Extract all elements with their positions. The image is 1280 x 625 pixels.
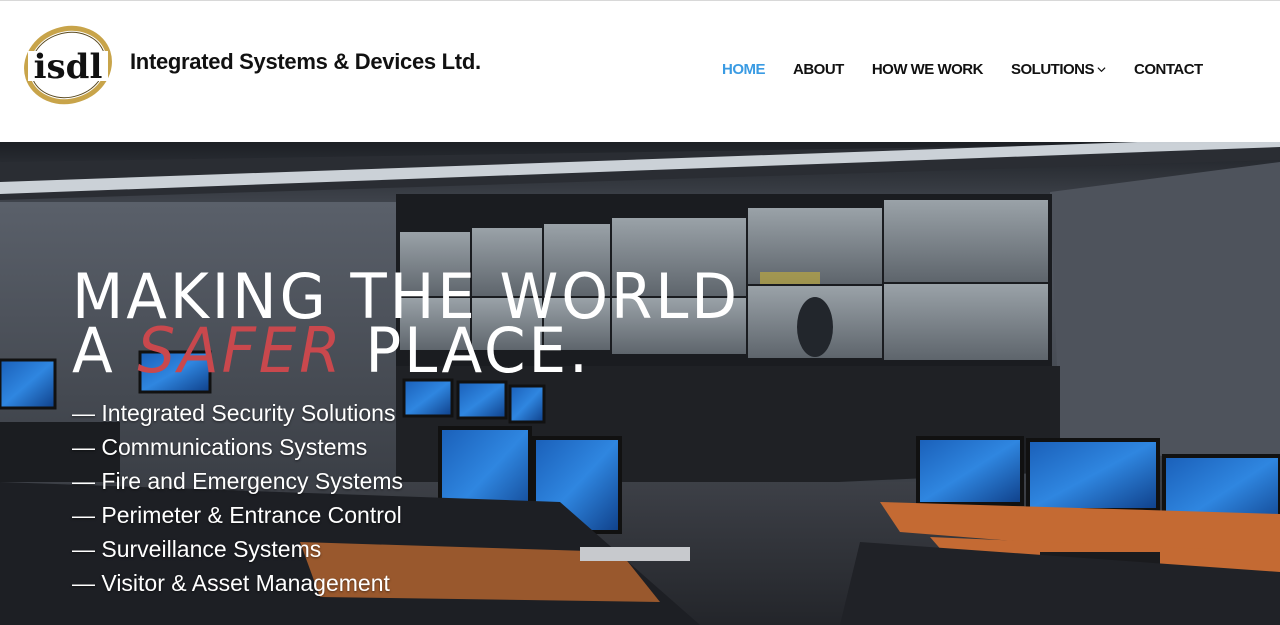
company-name: Integrated Systems & Devices Ltd. <box>130 49 481 74</box>
service-item: — Communications Systems <box>72 434 368 460</box>
service-item: — Perimeter & Entrance Control <box>72 502 402 528</box>
nav-contact[interactable]: CONTACT <box>1134 61 1203 78</box>
service-item: — Fire and Emergency Systems <box>72 468 404 494</box>
nav-about[interactable]: ABOUT <box>793 61 844 78</box>
main-nav: HOME ABOUT HOW WE WORK SOLUTIONS CONTACT <box>722 61 1203 78</box>
service-item: — Surveillance Systems <box>72 536 322 562</box>
nav-how-we-work[interactable]: HOW WE WORK <box>872 61 984 78</box>
isdl-logo[interactable]: isdl <box>22 23 114 105</box>
nav-solutions-label: SOLUTIONS <box>1010 61 1095 78</box>
logo-mark: isdl <box>24 25 112 105</box>
headline-prefix: A <box>72 314 116 387</box>
services-list: — Integrated Security Solutions — Commun… <box>72 396 403 600</box>
service-item: — Visitor & Asset Management <box>72 570 390 596</box>
hero-headline: MAKING THE WORLD A SAFER PLACE. <box>72 266 768 382</box>
hero-banner: MAKING THE WORLD A SAFER PLACE. — Integr… <box>0 142 1280 625</box>
logo-text: isdl <box>34 47 103 87</box>
nav-solutions[interactable]: SOLUTIONS <box>1011 61 1106 78</box>
nav-home[interactable]: HOME <box>722 61 766 78</box>
chevron-down-icon <box>1097 67 1106 73</box>
headline-suffix: PLACE. <box>365 314 591 387</box>
site-header: isdl Integrated Systems & Devices Ltd. H… <box>0 0 1280 142</box>
service-item: — Integrated Security Solutions <box>72 400 396 426</box>
headline-accent: SAFER <box>137 314 344 387</box>
headline-line-2: A SAFER PLACE. <box>72 320 740 382</box>
